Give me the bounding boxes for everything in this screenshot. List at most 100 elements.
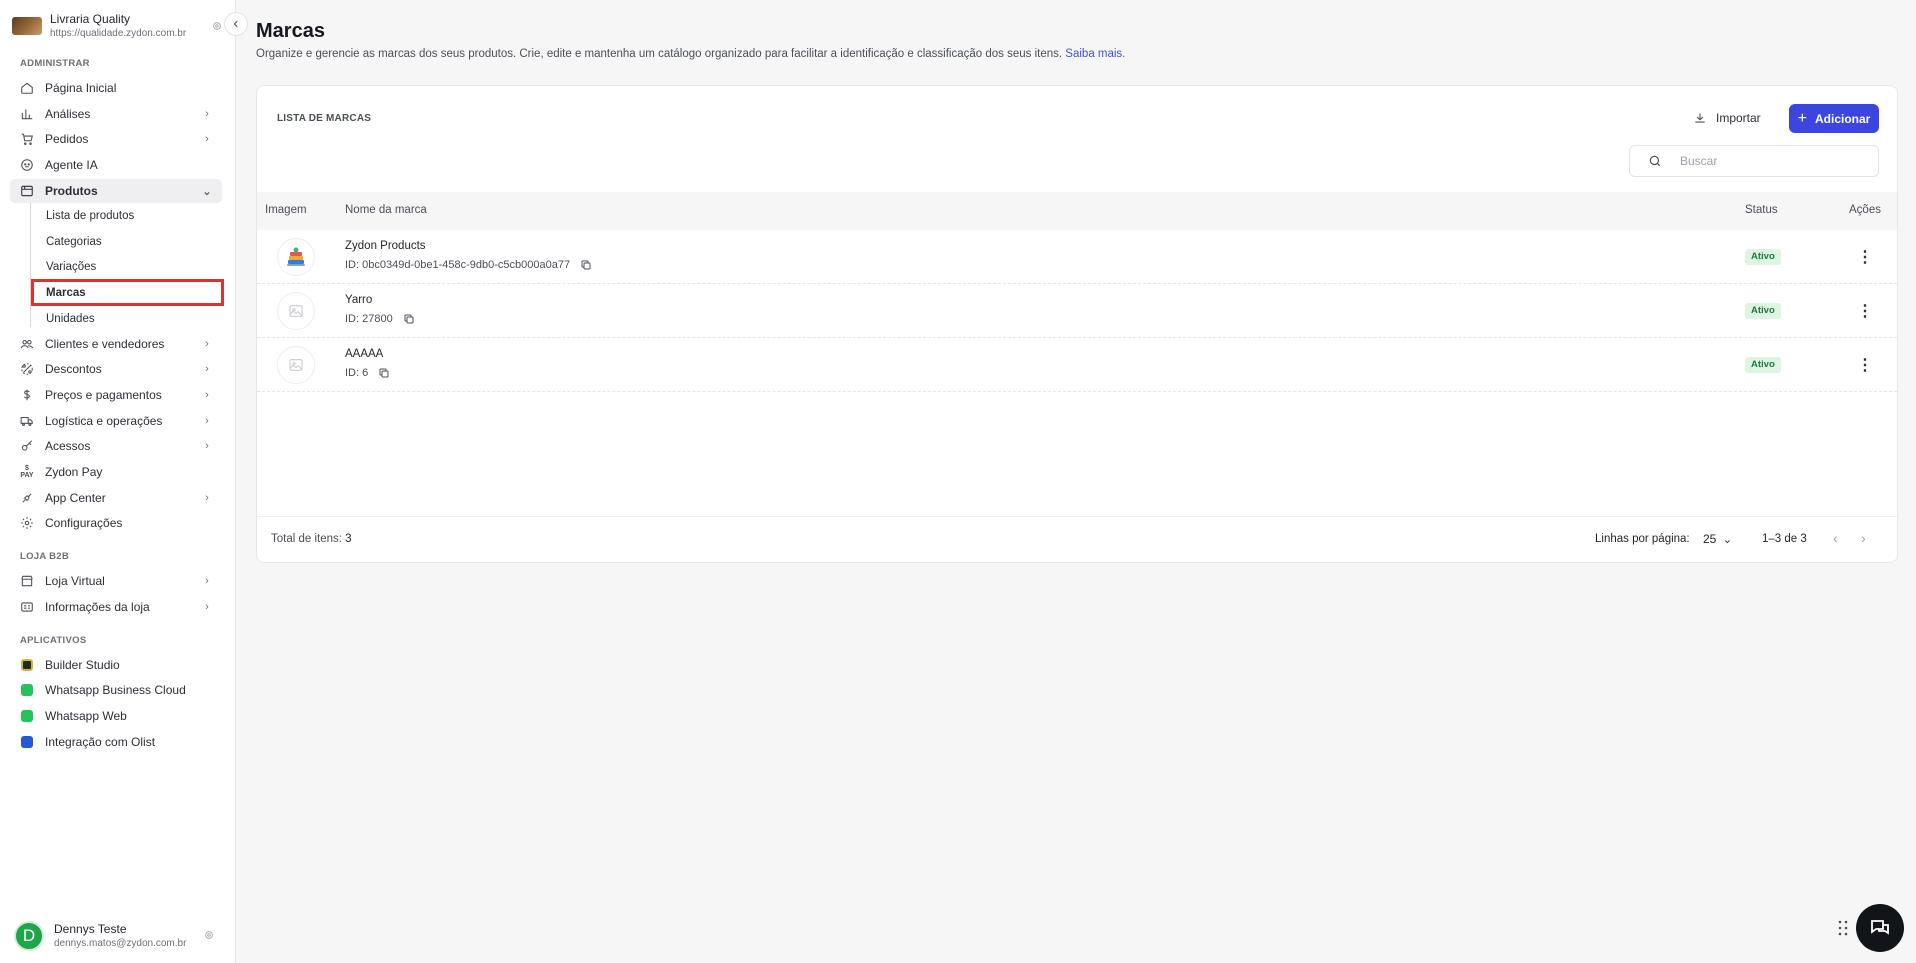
import-button[interactable]: Importar [1693,104,1761,132]
nav-access[interactable]: Acessos › [10,434,222,458]
chevron-right-icon: › [205,133,209,145]
sidebar: Livraria Quality https://qualidade.zydon… [0,0,236,963]
image-placeholder-icon [289,305,303,317]
column-actions: Ações [1849,204,1881,216]
add-button[interactable]: + Adicionar [1789,104,1879,133]
chevron-right-icon: › [205,575,209,587]
whatsapp-icon [21,710,33,722]
brand-image-placeholder [277,292,315,330]
total-items: Total de itens: 3 [271,533,352,545]
user-email: dennys.matos@zydon.com.br [54,937,187,949]
books-illustration-icon [287,247,305,266]
store-name: Livraria Quality [50,12,131,26]
chevron-right-icon[interactable]: › [1861,530,1866,546]
chevron-right-icon: › [205,338,209,350]
brand-id: ID: 27800 [345,313,393,325]
nav-store-info[interactable]: Informações da loja › [10,595,222,619]
more-vertical-icon[interactable]: ⋮ [1857,355,1873,375]
search-field[interactable] [1629,145,1879,177]
avatar: D [14,921,44,951]
user-profile[interactable]: D Dennys Teste dennys.matos@zydon.com.br [14,919,214,953]
dollar-icon [20,388,34,402]
nav-app-center[interactable]: App Center › [10,486,222,510]
copy-icon[interactable] [403,313,415,325]
more-vertical-icon[interactable]: ⋮ [1857,247,1873,267]
brand-id: ID: 0bc0349d-0be1-458c-9db0-c5cb000a0a77 [345,259,571,271]
bot-icon [20,158,34,172]
section-b2b: LOJA B2B [20,551,70,562]
info-card-icon [20,600,34,614]
drag-handle-icon[interactable] [1838,920,1848,936]
store-url: https://qualidade.zydon.com.br [50,28,187,39]
chevron-right-icon: › [205,492,209,504]
brand-image-placeholder [277,346,315,384]
submenu-products-list[interactable]: Lista de produtos [46,207,134,225]
gear-icon[interactable] [210,19,224,33]
nav-virtual-store[interactable]: Loja Virtual › [10,569,222,593]
status-badge: Ativo [1745,303,1781,319]
chevron-right-icon: › [205,363,209,375]
page-title: Marcas [256,20,325,42]
store-switcher[interactable]: Livraria Quality https://qualidade.zydon… [12,10,224,42]
key-icon [20,439,34,453]
submenu-variations[interactable]: Variações [46,258,96,276]
search-icon [1648,154,1662,168]
brand-image [277,238,315,276]
nav-discounts[interactable]: Descontos › [10,357,222,381]
table-row[interactable]: Zydon Products ID: 0bc0349d-0be1-458c-9d… [257,230,1897,284]
gear-icon[interactable] [204,930,214,943]
learn-more-link[interactable]: Saiba mais. [1065,48,1125,60]
user-name: Dennys Teste [54,921,127,936]
section-admin: ADMINISTRAR [20,58,90,69]
submenu-units[interactable]: Unidades [46,310,95,328]
chat-button[interactable] [1856,904,1904,952]
plus-icon: + [1797,109,1807,127]
column-name[interactable]: Nome da marca [345,204,427,216]
more-vertical-icon[interactable]: ⋮ [1857,301,1873,321]
store-icon [20,574,34,588]
collapse-sidebar-button[interactable] [224,12,248,36]
brand-name: AAAAA [345,348,384,360]
nav-app-whatsapp-cloud[interactable]: Whatsapp Business Cloud [10,678,222,702]
pagination-range: 1–3 de 3 [1762,533,1807,545]
nav-orders[interactable]: Pedidos › [10,127,222,151]
nav-zydon-pay[interactable]: $ PAY Zydon Pay [10,460,222,484]
nav-prices[interactable]: Preços e pagamentos › [10,383,222,407]
chevron-left-icon [233,20,238,28]
status-badge: Ativo [1745,357,1781,373]
column-status[interactable]: Status [1745,204,1778,216]
table-row[interactable]: Yarro ID: 27800 Ativo ⋮ [257,284,1897,338]
nav-ai-agent[interactable]: Agente IA [10,153,222,177]
nav-app-builder[interactable]: Builder Studio [10,653,222,677]
nav-products[interactable]: Produtos ⌄ [10,179,222,203]
submenu-categories[interactable]: Categorias [46,233,102,251]
nav-app-whatsapp-web[interactable]: Whatsapp Web [10,704,222,728]
nav-app-olist[interactable]: Integração com Olist [10,730,222,754]
nav-home[interactable]: Página Inicial [10,76,222,100]
chevron-left-icon[interactable]: ‹ [1833,530,1838,546]
plug-icon [20,491,34,505]
brand-name: Yarro [345,294,373,306]
brand-name: Zydon Products [345,240,426,252]
cart-icon [20,132,34,146]
rows-per-page-select[interactable]: 25 ⌄ [1703,532,1732,546]
copy-icon[interactable] [580,259,592,271]
olist-icon [21,736,33,748]
submenu-tree-line [30,203,31,327]
nav-settings[interactable]: Configurações [10,511,222,535]
nav-clients[interactable]: Clientes e vendedores › [10,332,222,356]
nav-logistics[interactable]: Logística e operações › [10,409,222,433]
chevron-right-icon: › [205,601,209,613]
status-badge: Ativo [1745,249,1781,265]
nav-analytics[interactable]: Análises › [10,102,222,126]
copy-icon[interactable] [378,367,390,379]
chat-icon [1871,920,1889,935]
search-input[interactable] [1680,154,1850,168]
rows-per-page-label: Linhas por página: [1595,533,1690,545]
table-row[interactable]: AAAAA ID: 6 Ativo ⋮ [257,338,1897,392]
section-apps: APLICATIVOS [20,635,87,646]
users-icon [20,337,34,351]
table-header: Imagem Nome da marca Status Ações [257,192,1897,230]
chevron-right-icon: › [205,108,209,120]
brand-id: ID: 6 [345,367,369,379]
